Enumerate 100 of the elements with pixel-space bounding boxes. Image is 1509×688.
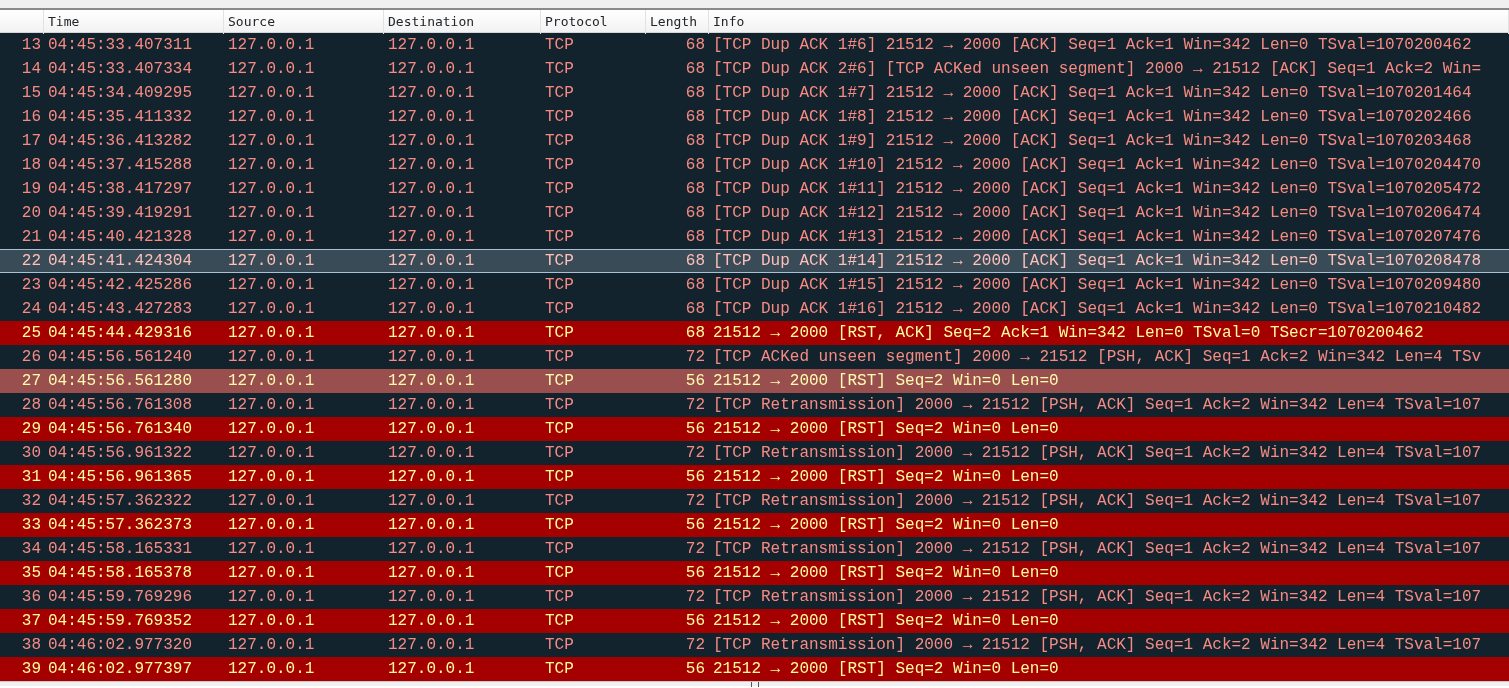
table-cell: 127.0.0.1 xyxy=(228,204,315,222)
table-cell: 127.0.0.1 xyxy=(388,324,475,342)
table-cell: 127.0.0.1 xyxy=(388,612,475,630)
packet-row[interactable]: 29 04:45:56.761340 127.0.0.1 127.0.0.1 TCP 56 21512 → 2000 [RST] Seq=2 Win=0 Len=0 xyxy=(0,417,1509,441)
table-cell: 56 xyxy=(685,516,705,534)
table-cell: [TCP Retransmission] 2000 → 21512 [PSH, ACK] Seq=1 Ack=2 Win=342 Len=4 TSval=107 xyxy=(713,540,1482,558)
table-cell: 38 xyxy=(21,636,41,654)
table-cell: 127.0.0.1 xyxy=(228,372,315,390)
table-cell: 127.0.0.1 xyxy=(388,204,475,222)
table-cell: 127.0.0.1 xyxy=(388,132,475,150)
table-cell: 127.0.0.1 xyxy=(228,468,315,486)
table-cell: 127.0.0.1 xyxy=(388,468,475,486)
table-cell: 21512 → 2000 [RST] Seq=2 Win=0 Len=0 xyxy=(713,564,1059,582)
table-cell: 15 xyxy=(21,84,41,102)
table-cell: 04:45:34.409295 xyxy=(48,84,193,102)
table-cell: [TCP Dup ACK 1#15] 21512 → 2000 [ACK] Seq=1 Ack=1 Win=342 Len=0 TSval=1070209480 xyxy=(713,276,1482,294)
table-cell: 04:45:56.561240 xyxy=(48,348,193,366)
table-cell: 127.0.0.1 xyxy=(228,516,315,534)
packet-row[interactable]: 26 04:45:56.561240 127.0.0.1 127.0.0.1 TCP 72 [TCP ACKed unseen segment] 2000 → 21512 [PSH, ACK] Seq=1 Ack=2 Win=342 Len=4 TSv xyxy=(0,345,1509,369)
table-cell: 04:45:56.961322 xyxy=(48,444,193,462)
packet-row[interactable]: 23 04:45:42.425286 127.0.0.1 127.0.0.1 TCP 68 [TCP Dup ACK 1#15] 21512 → 2000 [ACK] Seq=1 Ack=1 Win=342 Len=0 TSval=1070209480 xyxy=(0,273,1509,297)
table-cell: 127.0.0.1 xyxy=(228,36,315,54)
packet-row[interactable]: 28 04:45:56.761308 127.0.0.1 127.0.0.1 TCP 72 [TCP Retransmission] 2000 → 21512 [PSH, ACK] Seq=1 Ack=2 Win=342 Len=4 TSval=107 xyxy=(0,393,1509,417)
table-cell: 14 xyxy=(21,60,41,78)
packet-row[interactable]: 33 04:45:57.362373 127.0.0.1 127.0.0.1 TCP 56 21512 → 2000 [RST] Seq=2 Win=0 Len=0 xyxy=(0,513,1509,537)
table-cell: 04:45:40.421328 xyxy=(48,228,193,246)
table-cell: 13 xyxy=(21,36,41,54)
table-cell: 04:45:58.165378 xyxy=(48,564,193,582)
table-cell: 127.0.0.1 xyxy=(388,420,475,438)
table-cell: 127.0.0.1 xyxy=(388,252,475,270)
table-cell: 18 xyxy=(21,156,41,174)
table-cell: [TCP Dup ACK 1#13] 21512 → 2000 [ACK] Seq=1 Ack=1 Win=342 Len=0 TSval=1070207476 xyxy=(713,228,1482,246)
packet-row[interactable]: 35 04:45:58.165378 127.0.0.1 127.0.0.1 TCP 56 21512 → 2000 [RST] Seq=2 Win=0 Len=0 xyxy=(0,561,1509,585)
table-cell: [TCP ACKed unseen segment] 2000 → 21512 [PSH, ACK] Seq=1 Ack=2 Win=342 Len=4 TSv xyxy=(713,348,1482,366)
table-cell: TCP xyxy=(545,276,574,294)
table-cell: TCP xyxy=(545,84,574,102)
table-cell: 127.0.0.1 xyxy=(388,300,475,318)
table-cell: 127.0.0.1 xyxy=(228,492,315,510)
packet-row[interactable]: 21 04:45:40.421328 127.0.0.1 127.0.0.1 TCP 68 [TCP Dup ACK 1#13] 21512 → 2000 [ACK] Seq=1 Ack=1 Win=342 Len=0 TSval=1070207476 xyxy=(0,225,1509,249)
packet-row[interactable]: 22 04:45:41.424304 127.0.0.1 127.0.0.1 TCP 68 [TCP Dup ACK 1#14] 21512 → 2000 [ACK] Seq=1 Ack=1 Win=342 Len=0 TSval=1070208478 xyxy=(0,249,1509,273)
packet-row[interactable]: 39 04:46:02.977397 127.0.0.1 127.0.0.1 TCP 56 21512 → 2000 [RST] Seq=2 Win=0 Len=0 xyxy=(0,657,1509,681)
packet-row[interactable]: 17 04:45:36.413282 127.0.0.1 127.0.0.1 TCP 68 [TCP Dup ACK 1#9] 21512 → 2000 [ACK] Seq=1 Ack=1 Win=342 Len=0 TSval=1070203468 xyxy=(0,129,1509,153)
table-cell: 127.0.0.1 xyxy=(228,348,315,366)
table-cell: 04:45:43.427283 xyxy=(48,300,193,318)
table-cell: 29 xyxy=(21,420,41,438)
table-cell: [TCP Retransmission] 2000 → 21512 [PSH, ACK] Seq=1 Ack=2 Win=342 Len=4 TSval=107 xyxy=(713,444,1482,462)
table-cell: 72 xyxy=(685,636,705,654)
table-cell: TCP xyxy=(545,396,574,414)
table-cell: 04:45:42.425286 xyxy=(48,276,193,294)
packet-row[interactable]: 30 04:45:56.961322 127.0.0.1 127.0.0.1 TCP 72 [TCP Retransmission] 2000 → 21512 [PSH, ACK] Seq=1 Ack=2 Win=342 Len=4 TSval=107 xyxy=(0,441,1509,465)
packet-row[interactable]: 19 04:45:38.417297 127.0.0.1 127.0.0.1 TCP 68 [TCP Dup ACK 1#11] 21512 → 2000 [ACK] Seq=1 Ack=1 Win=342 Len=0 TSval=1070205472 xyxy=(0,177,1509,201)
packet-row[interactable]: 37 04:45:59.769352 127.0.0.1 127.0.0.1 TCP 56 21512 → 2000 [RST] Seq=2 Win=0 Len=0 xyxy=(0,609,1509,633)
table-cell: [TCP Retransmission] 2000 → 21512 [PSH, ACK] Seq=1 Ack=2 Win=342 Len=4 TSval=107 xyxy=(713,636,1482,654)
packet-row[interactable]: 38 04:46:02.977320 127.0.0.1 127.0.0.1 TCP 72 [TCP Retransmission] 2000 → 21512 [PSH, ACK] Seq=1 Ack=2 Win=342 Len=4 TSval=107 xyxy=(0,633,1509,657)
table-cell: 72 xyxy=(685,588,705,606)
table-cell: 04:45:38.417297 xyxy=(48,180,193,198)
packet-row[interactable]: 32 04:45:57.362322 127.0.0.1 127.0.0.1 TCP 72 [TCP Retransmission] 2000 → 21512 [PSH, ACK] Seq=1 Ack=2 Win=342 Len=4 TSval=107 xyxy=(0,489,1509,513)
packet-row[interactable]: 20 04:45:39.419291 127.0.0.1 127.0.0.1 TCP 68 [TCP Dup ACK 1#12] 21512 → 2000 [ACK] Seq=1 Ack=1 Win=342 Len=0 TSval=1070206474 xyxy=(0,201,1509,225)
table-cell: 35 xyxy=(21,564,41,582)
table-cell: TCP xyxy=(545,492,574,510)
packet-row[interactable]: 13 04:45:33.407311 127.0.0.1 127.0.0.1 TCP 68 [TCP Dup ACK 1#6] 21512 → 2000 [ACK] Seq=1 Ack=1 Win=342 Len=0 TSval=1070200462 xyxy=(0,33,1509,57)
packet-row[interactable]: 18 04:45:37.415288 127.0.0.1 127.0.0.1 TCP 68 [TCP Dup ACK 1#10] 21512 → 2000 [ACK] Seq=1 Ack=1 Win=342 Len=0 TSval=1070204470 xyxy=(0,153,1509,177)
table-cell: TCP xyxy=(545,228,574,246)
packet-row[interactable]: 25 04:45:44.429316 127.0.0.1 127.0.0.1 TCP 68 21512 → 2000 [RST, ACK] Seq=2 Ack=1 Win=342 Len=0 TSval=0 TSecr=1070200462 xyxy=(0,321,1509,345)
packet-row[interactable]: 27 04:45:56.561280 127.0.0.1 127.0.0.1 TCP 56 21512 → 2000 [RST] Seq=2 Win=0 Len=0 xyxy=(0,369,1509,393)
table-cell: 23 xyxy=(21,276,41,294)
table-cell: 68 xyxy=(685,300,705,318)
table-cell: 04:45:57.362373 xyxy=(48,516,193,534)
table-cell: 127.0.0.1 xyxy=(228,660,315,678)
table-cell: 31 xyxy=(21,468,41,486)
packet-row[interactable]: 36 04:45:59.769296 127.0.0.1 127.0.0.1 TCP 72 [TCP Retransmission] 2000 → 21512 [PSH, ACK] Seq=1 Ack=2 Win=342 Len=4 TSval=107 xyxy=(0,585,1509,609)
table-cell: 127.0.0.1 xyxy=(228,108,315,126)
table-cell: 21 xyxy=(21,228,41,246)
packet-row[interactable]: 14 04:45:33.407334 127.0.0.1 127.0.0.1 TCP 68 [TCP Dup ACK 2#6] [TCP ACKed unseen segment] 2000 → 21512 [ACK] Seq=1 Ack=2 Win= xyxy=(0,57,1509,81)
packet-row[interactable]: 16 04:45:35.411332 127.0.0.1 127.0.0.1 TCP 68 [TCP Dup ACK 1#8] 21512 → 2000 [ACK] Seq=1 Ack=1 Win=342 Len=0 TSval=1070202466 xyxy=(0,105,1509,129)
packet-row[interactable]: 24 04:45:43.427283 127.0.0.1 127.0.0.1 TCP 68 [TCP Dup ACK 1#16] 21512 → 2000 [ACK] Seq=1 Ack=1 Win=342 Len=0 TSval=1070210482 xyxy=(0,297,1509,321)
table-cell: 68 xyxy=(685,156,705,174)
table-cell: 127.0.0.1 xyxy=(228,300,315,318)
table-cell: 22 xyxy=(21,252,41,270)
table-cell: TCP xyxy=(545,108,574,126)
table-cell: 32 xyxy=(21,492,41,510)
table-cell: [TCP Dup ACK 1#12] 21512 → 2000 [ACK] Seq=1 Ack=1 Win=342 Len=0 TSval=1070206474 xyxy=(713,204,1482,222)
table-cell: 04:46:02.977397 xyxy=(48,660,193,678)
table-cell: 127.0.0.1 xyxy=(228,156,315,174)
table-cell: 127.0.0.1 xyxy=(228,252,315,270)
table-cell: [TCP Dup ACK 1#6] 21512 → 2000 [ACK] Seq=1 Ack=1 Win=342 Len=0 TSval=1070200462 xyxy=(713,36,1472,54)
table-cell: 24 xyxy=(21,300,41,318)
packet-row[interactable]: 34 04:45:58.165331 127.0.0.1 127.0.0.1 TCP 72 [TCP Retransmission] 2000 → 21512 [PSH, ACK] Seq=1 Ack=2 Win=342 Len=4 TSval=107 xyxy=(0,537,1509,561)
table-cell: 127.0.0.1 xyxy=(388,636,475,654)
packet-row[interactable]: 31 04:45:56.961365 127.0.0.1 127.0.0.1 TCP 56 21512 → 2000 [RST] Seq=2 Win=0 Len=0 xyxy=(0,465,1509,489)
table-cell: TCP xyxy=(545,444,574,462)
table-cell: 127.0.0.1 xyxy=(228,564,315,582)
splitter-handle-icon[interactable] xyxy=(750,682,759,687)
table-cell: 04:45:56.761308 xyxy=(48,396,193,414)
table-cell: 68 xyxy=(685,252,705,270)
packet-row[interactable]: 15 04:45:34.409295 127.0.0.1 127.0.0.1 TCP 68 [TCP Dup ACK 1#7] 21512 → 2000 [ACK] Seq=1 Ack=1 Win=342 Len=0 TSval=1070201464 xyxy=(0,81,1509,105)
table-cell: 37 xyxy=(21,612,41,630)
table-cell: 04:46:02.977320 xyxy=(48,636,193,654)
table-cell: 127.0.0.1 xyxy=(388,36,475,54)
table-cell: 72 xyxy=(685,396,705,414)
